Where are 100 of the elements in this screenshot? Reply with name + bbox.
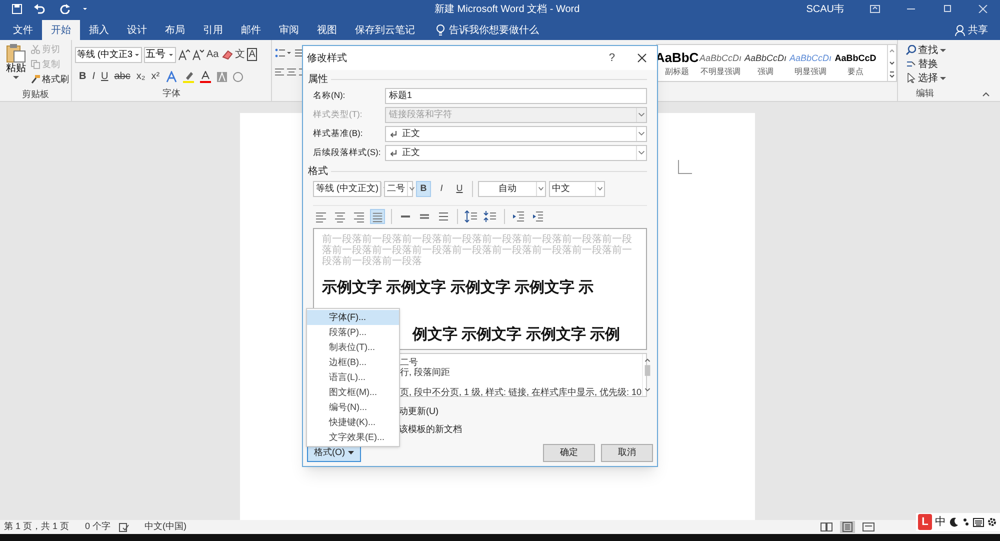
save-icon[interactable] [12,4,22,14]
ribbon-options-icon[interactable] [870,5,880,13]
dropdown-icon [595,182,604,196]
ribbon-tab[interactable]: 开始 [42,20,80,40]
replace-button[interactable]: 替换 [918,56,938,72]
enclosed-character-icon[interactable] [232,72,243,82]
tell-me-field[interactable]: 告诉我你想要做什么 [449,22,539,38]
menu-item[interactable]: 字体(F)... [307,310,399,325]
font-dropdown[interactable]: 等线 (中文正文) [313,181,381,197]
paintbrush-icon [31,75,40,84]
select-button[interactable]: 选择 [918,70,938,86]
style-sample[interactable]: AaBbCcDı [744,50,787,66]
shrink-font-icon[interactable] [192,48,204,61]
grow-font-icon[interactable] [178,48,190,61]
moon-icon[interactable] [949,517,959,527]
font-color-dropdown[interactable]: 自动 [478,181,546,197]
align-justify-button[interactable] [370,209,385,224]
find-button[interactable]: 查找 [918,42,938,58]
text-effects-icon[interactable] [166,70,177,83]
menu-item[interactable]: 语言(L)... [307,370,399,385]
ribbon-tab[interactable]: 插入 [80,20,118,40]
style-sample[interactable]: AaBbCcDı [699,50,742,66]
dropdown-icon [636,126,646,140]
script-dropdown[interactable]: 中文 [549,181,605,197]
space-before-icon[interactable] [464,209,479,224]
ribbon-tab[interactable]: 文件 [4,20,42,40]
decrease-indent-icon[interactable] [511,209,526,224]
menu-item[interactable]: 段落(P)... [307,325,399,340]
font-name-field[interactable]: 等线 (中文正3 [75,46,142,63]
increase-indent-icon[interactable] [530,209,545,224]
format-button[interactable]: x² [151,69,160,84]
cancel-button[interactable]: 取消 [601,444,653,462]
format-button[interactable]: I [92,69,96,84]
help-button[interactable]: ? [608,50,615,66]
page-count[interactable]: 第 1 页，共 1 页 [4,520,70,534]
field-label: 名称(N): [313,89,346,102]
punctuation-icon[interactable] [962,517,970,527]
dropdown-field[interactable]: 正文 [385,126,647,142]
ribbon-tab[interactable]: 审阅 [270,20,308,40]
menu-item[interactable]: 图文框(M)... [307,385,399,400]
read-mode-button[interactable] [819,521,834,533]
format-button[interactable]: B [79,69,86,84]
menu-item[interactable]: 边框(B)... [307,355,399,370]
customize-icon[interactable] [82,6,88,12]
menu-item[interactable]: 制表位(T)... [307,340,399,355]
clipboard-command[interactable]: 格式刷 [42,74,69,85]
language-indicator[interactable]: 中文(中国) [144,520,187,534]
ribbon-tab[interactable]: 设计 [118,20,156,40]
character-border-button[interactable]: A [246,48,258,62]
format-button[interactable]: abc [114,69,130,84]
ribbon-tab[interactable]: 邮件 [232,20,270,40]
font-color-icon[interactable] [200,70,211,83]
proofing-icon[interactable] [118,522,129,532]
keyboard-icon[interactable] [973,518,984,526]
close-icon[interactable] [637,53,647,63]
size-dropdown[interactable]: 二号 [384,181,413,197]
style-sample[interactable]: AaBbC [655,50,699,66]
print-layout-button[interactable] [840,521,855,533]
dropdown-field[interactable]: 正文 [385,144,647,160]
change-case-button[interactable]: Aa [206,47,220,62]
style-name: 副标题 [665,66,689,76]
ribbon-tab[interactable]: 保存到云笔记 [346,20,424,40]
input-field[interactable]: 标题1 [385,88,647,104]
highlighter-icon[interactable] [182,70,194,83]
eraser-icon[interactable] [222,49,233,60]
font-size-field[interactable]: 五号 [144,46,176,63]
return-icon [389,130,399,138]
ribbon-tab[interactable]: 引用 [194,20,232,40]
share-button[interactable]: 共享 [968,22,988,38]
group-label: 字体 [162,86,180,100]
redo-icon[interactable] [60,4,70,14]
description-text: 行, 段落间距 [400,367,452,377]
collapse-ribbon-icon[interactable] [982,92,990,97]
menu-item[interactable]: 快捷键(K)... [307,415,399,430]
copy-icon [31,60,40,69]
paste-button[interactable]: 粘贴 [6,63,26,75]
maximize-icon[interactable] [942,5,952,13]
ribbon-tab[interactable]: 视图 [308,20,346,40]
style-name: 不明显强调 [700,66,740,76]
menu-item[interactable]: 编号(N)... [307,400,399,415]
format-button[interactable]: U [101,69,108,84]
user-name: SCAU韦 [806,2,844,16]
italic-button[interactable]: I [434,181,449,197]
phonetic-guide-button[interactable]: 文 [234,47,245,62]
bold-button[interactable]: B [416,181,431,197]
input-mode-button[interactable]: 中 [935,514,946,530]
settings-icon[interactable] [987,517,997,527]
ribbon-tab[interactable]: 布局 [156,20,194,40]
menu-item[interactable]: 文字效果(E)... [307,430,399,445]
sample-text: 示例文字 示例文字 示例文字 示例文字 示 [322,278,595,298]
word-count[interactable]: 0 个字 [85,520,111,534]
format-button[interactable]: x₂ [136,69,146,84]
character-shading-icon[interactable] [216,72,227,82]
underline-button[interactable]: U [452,181,467,197]
ok-button[interactable]: 确定 [543,444,595,462]
space-after-icon[interactable] [483,209,498,224]
web-layout-button[interactable] [861,521,876,533]
dropdown-icon [168,52,174,58]
style-sample[interactable]: AaBbCcD [834,50,876,66]
caret-icon [940,48,946,52]
